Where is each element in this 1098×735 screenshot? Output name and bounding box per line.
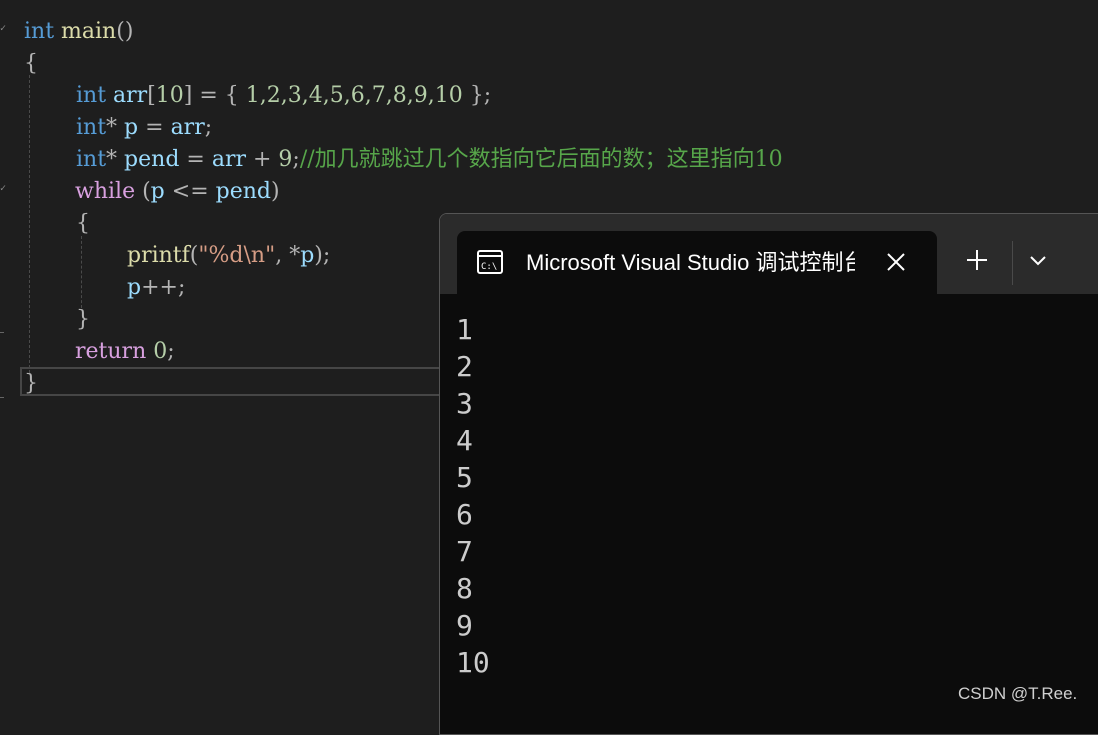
watermark: CSDN @T.Ree.	[958, 684, 1078, 703]
code-token: ++;	[141, 275, 186, 300]
code-token: {	[24, 51, 38, 76]
output-line: 9	[456, 609, 473, 642]
code-line[interactable]: int main()	[24, 16, 133, 48]
code-line[interactable]: {	[76, 208, 90, 240]
code-token: ;	[167, 339, 175, 364]
code-token: *	[106, 115, 125, 140]
code-token: =	[138, 115, 171, 140]
indent-guide	[29, 75, 30, 373]
chevron-down-icon[interactable]	[1028, 250, 1048, 270]
code-line[interactable]: {	[24, 48, 38, 80]
output-line: 5	[456, 461, 473, 494]
code-token: //加几就跳过几个数指向它后面的数；这里指向10	[299, 147, 783, 172]
titlebar-divider	[1012, 241, 1013, 285]
code-token: int	[76, 83, 107, 108]
output-line: 8	[456, 572, 473, 605]
code-token: p	[300, 243, 315, 268]
indent-guide	[81, 236, 82, 308]
code-line[interactable]: printf("%d\n", *p);	[127, 240, 330, 272]
console-output[interactable]: 1 2 3 4 5 6 7 8 9 10	[456, 311, 490, 681]
code-token: while	[75, 179, 136, 204]
output-line: 4	[456, 424, 473, 457]
gutter-tick	[0, 397, 4, 398]
code-token: )	[270, 179, 280, 204]
close-icon[interactable]	[885, 251, 907, 273]
code-token: ] = {	[183, 83, 246, 108]
code-token: arr	[113, 83, 148, 108]
code-line[interactable]: }	[76, 304, 90, 336]
code-token: =	[179, 147, 212, 172]
code-token: pend	[215, 179, 271, 204]
code-token: , *	[275, 243, 301, 268]
fold-marker-icon[interactable]: ✓	[0, 184, 6, 194]
code-token: p	[127, 275, 142, 300]
console-icon: C:\	[477, 250, 503, 274]
code-token: int	[24, 19, 55, 44]
code-token: [	[147, 83, 156, 108]
output-line: 10	[456, 646, 490, 679]
code-token: <=	[164, 179, 216, 204]
code-token: ;	[204, 115, 213, 140]
code-token: ;	[292, 147, 300, 172]
current-line-highlight	[20, 367, 460, 396]
console-titlebar[interactable]: C:\ Microsoft Visual Studio 调试控制台	[440, 214, 1098, 294]
output-line: 7	[456, 535, 473, 568]
code-line[interactable]: p++;	[127, 272, 185, 304]
code-token: "%d\n"	[198, 243, 276, 268]
new-tab-plus-icon[interactable]	[965, 248, 989, 272]
code-token: };	[462, 83, 492, 108]
code-token: int	[76, 147, 107, 172]
code-token: 10	[155, 83, 184, 108]
code-token: *	[106, 147, 125, 172]
code-line[interactable]: return 0;	[75, 336, 175, 368]
gutter-tick	[0, 332, 4, 333]
code-line[interactable]: int arr[10] = { 1,2,3,4,5,6,7,8,9,10 };	[76, 80, 491, 112]
code-line[interactable]: }	[24, 368, 38, 400]
code-token: int	[76, 115, 107, 140]
code-token: return	[75, 339, 147, 364]
code-token: }	[76, 307, 90, 332]
code-token: printf	[127, 243, 190, 268]
code-token: 9	[278, 147, 293, 172]
code-token: pend	[124, 147, 180, 172]
code-token: 1,2,3,4,5,6,7,8,9,10	[245, 83, 463, 108]
svg-text:C:\: C:\	[481, 262, 497, 272]
code-line[interactable]: while (p <= pend)	[75, 176, 280, 208]
code-token: );	[314, 243, 331, 268]
code-token: ()	[116, 19, 134, 44]
debug-console-window[interactable]: C:\ Microsoft Visual Studio 调试控制台 1 2 3 …	[439, 213, 1098, 735]
code-token: }	[24, 371, 38, 396]
console-tab-title: Microsoft Visual Studio 调试控制台	[526, 250, 855, 275]
fold-marker-icon[interactable]: ✓	[0, 24, 6, 34]
code-token: +	[245, 147, 279, 172]
code-token: arr	[211, 147, 246, 172]
code-token: p	[124, 115, 139, 140]
console-tab[interactable]: C:\ Microsoft Visual Studio 调试控制台	[457, 231, 937, 294]
output-line: 1	[456, 313, 473, 346]
output-line: 6	[456, 498, 473, 531]
code-token: {	[76, 211, 90, 236]
output-line: 3	[456, 387, 473, 420]
code-token: p	[150, 179, 165, 204]
code-token: arr	[170, 115, 205, 140]
output-line: 2	[456, 350, 473, 383]
code-line[interactable]: int* pend = arr + 9;//加几就跳过几个数指向它后面的数；这里…	[76, 144, 783, 176]
code-token: (	[135, 179, 151, 204]
code-token: main	[61, 19, 117, 44]
code-line[interactable]: int* p = arr;	[76, 112, 212, 144]
code-token: 0	[153, 339, 168, 364]
